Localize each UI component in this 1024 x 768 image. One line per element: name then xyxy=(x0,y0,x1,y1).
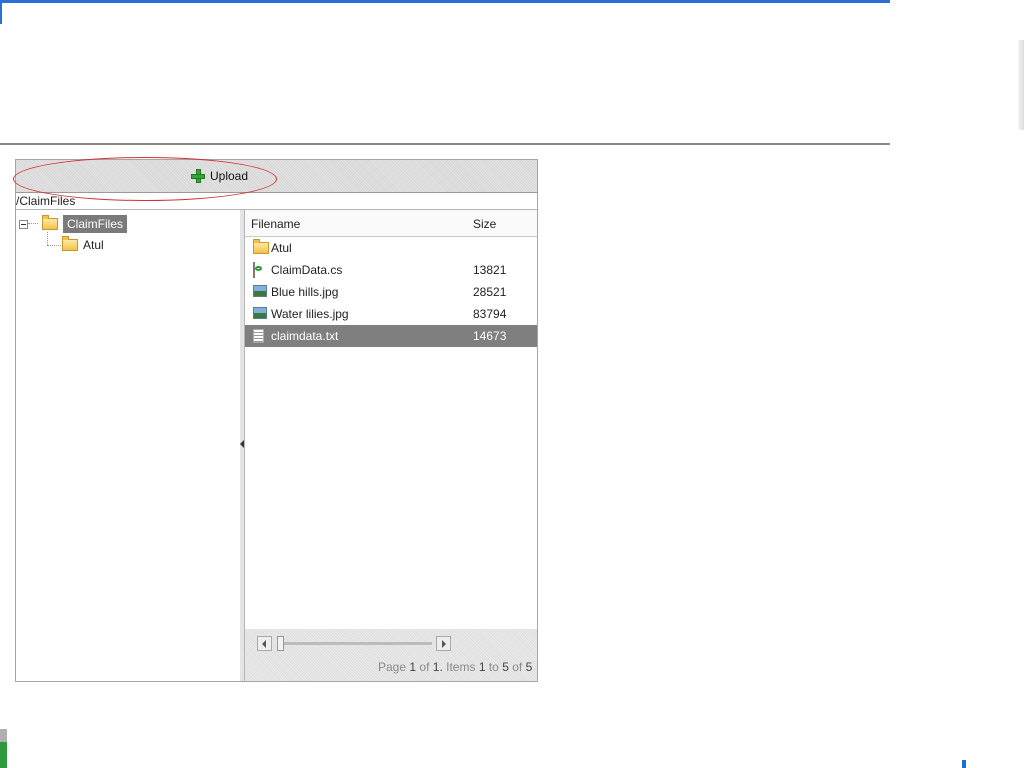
grid-row-selected[interactable]: claimdata.txt 14673 xyxy=(245,325,537,347)
file-manager: Upload /ClaimFiles ClaimFiles Atul Filen… xyxy=(13,157,538,682)
pager-page-count: 1. xyxy=(432,660,443,674)
tree-connector xyxy=(47,245,61,246)
folder-tree: ClaimFiles Atul xyxy=(16,210,241,681)
tree-node-label: ClaimFiles xyxy=(63,215,128,233)
collapse-icon[interactable] xyxy=(19,219,28,229)
scroll-right-button[interactable] xyxy=(436,636,451,651)
scroll-left-button[interactable] xyxy=(257,636,272,651)
grid-row[interactable]: Atul xyxy=(245,237,537,259)
text-file-icon xyxy=(253,329,264,343)
scroll-thumb[interactable] xyxy=(277,636,284,651)
pager-info: Page 1 of 1. Items 1 to 5 of 5 xyxy=(378,660,532,674)
upload-button[interactable]: Upload xyxy=(191,166,248,186)
row-filename: claimdata.txt xyxy=(271,329,339,343)
tree-node-claimfiles[interactable]: ClaimFiles xyxy=(19,215,128,233)
scroll-track[interactable] xyxy=(277,642,432,645)
row-filename: Blue hills.jpg xyxy=(271,285,339,299)
tree-connector xyxy=(47,232,48,245)
current-path: /ClaimFiles xyxy=(16,194,76,208)
row-filename: Water lilies.jpg xyxy=(271,307,349,321)
image-file-icon xyxy=(253,307,267,319)
pager-to-label: to xyxy=(488,660,499,674)
plus-icon xyxy=(191,169,205,183)
pager-page-label: Page xyxy=(378,660,407,674)
top-strip xyxy=(0,0,890,3)
tree-node-atul[interactable]: Atul xyxy=(62,236,104,254)
header-divider xyxy=(0,143,890,145)
toolbar: Upload xyxy=(13,157,537,201)
grid-row[interactable]: Blue hills.jpg 28521 xyxy=(245,281,537,303)
image-file-icon xyxy=(253,285,267,297)
grid-footer: Page 1 of 1. Items 1 to 5 of 5 xyxy=(245,629,537,681)
top-strip-edge xyxy=(0,0,2,24)
folder-icon xyxy=(253,239,269,254)
grid-row[interactable]: ClaimData.cs 13821 xyxy=(245,259,537,281)
bottom-left-fragment xyxy=(0,716,7,768)
tree-node-label: Atul xyxy=(83,238,104,252)
folder-icon xyxy=(62,236,78,251)
pager-to: 5 xyxy=(502,660,509,674)
row-size: 28521 xyxy=(473,285,507,299)
row-size: 14673 xyxy=(473,329,507,343)
cs-file-icon xyxy=(253,262,255,278)
bottom-right-fragment xyxy=(962,760,966,768)
pager-from: 1 xyxy=(478,660,486,674)
file-grid: Filename Size Atul ClaimData.cs 13821 Bl… xyxy=(245,210,537,681)
collapse-arrow-icon[interactable] xyxy=(240,440,244,448)
row-size: 83794 xyxy=(473,307,507,321)
row-size: 13821 xyxy=(473,263,507,277)
upload-label: Upload xyxy=(210,169,249,183)
row-filename: ClaimData.cs xyxy=(271,263,343,277)
grid-rows: Atul ClaimData.cs 13821 Blue hills.jpg 2… xyxy=(245,237,537,347)
pager-total: 5 xyxy=(525,660,533,674)
row-filename: Atul xyxy=(271,241,292,255)
horizontal-scrollbar[interactable] xyxy=(257,636,451,652)
pager-of-label-2: of xyxy=(512,660,523,674)
path-bar: /ClaimFiles xyxy=(16,193,537,210)
column-header-filename[interactable]: Filename xyxy=(251,217,300,231)
grid-header: Filename Size xyxy=(245,210,537,237)
grid-row[interactable]: Water lilies.jpg 83794 xyxy=(245,303,537,325)
pager-items-label: Items xyxy=(446,660,476,674)
pager-page: 1 xyxy=(409,660,417,674)
pager-of-label: of xyxy=(419,660,430,674)
folder-icon xyxy=(42,215,58,230)
window-right-edge xyxy=(1018,40,1024,130)
column-header-size[interactable]: Size xyxy=(473,217,496,231)
